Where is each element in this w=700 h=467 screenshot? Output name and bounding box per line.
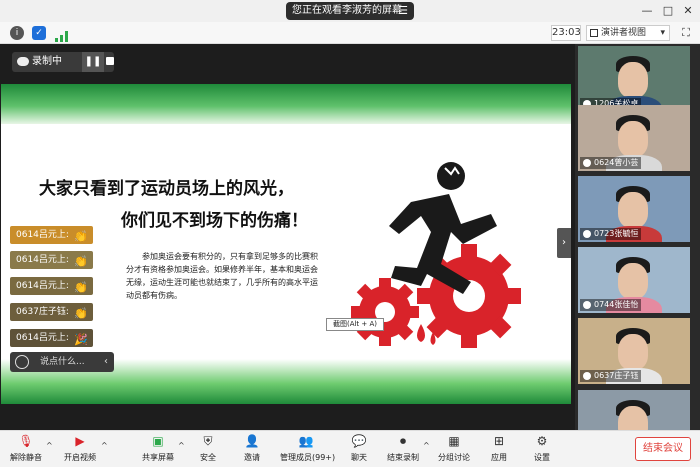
chat-message: 0637庄子钰: 👏 [10,303,93,321]
restore-button[interactable]: □ [660,3,676,19]
stop-record-icon: ⏺ [399,434,406,448]
stop-recording-toolbar-button[interactable]: ⏺ 结束录制 [377,433,429,467]
title-bar: 您正在观看李淑芳的屏幕 ☰ — □ ✕ [0,0,700,22]
view-mode-label: 演讲者视图 [601,28,647,38]
avatar-face [618,406,648,430]
participant-tile[interactable] [578,390,690,430]
chat-input[interactable]: 说点什么... ‹ [10,352,114,372]
avatar-face [618,263,648,299]
chat-message-text: 0614吕元上: [16,281,69,291]
end-meeting-button[interactable]: 结束会议 [635,437,691,461]
chat-message: 0614吕元上: 👏 [10,277,93,295]
share-status-pill[interactable]: 您正在观看李淑芳的屏幕 ☰ [286,2,414,20]
slide-headline-1: 大家只看到了运动员场上的风光， [39,179,294,199]
blood-drop-icon [417,324,425,342]
participant-tile[interactable]: 0637庄子钰 [578,318,690,384]
mic-muted-icon [583,301,591,309]
close-button[interactable]: ✕ [680,3,696,19]
meeting-window: 您正在观看李淑芳的屏幕 ☰ — □ ✕ i ✓ 23:03 演讲者视图 ▾ ⛶ … [0,0,700,467]
apps-icon: ⊞ [493,434,505,448]
settings-button[interactable]: ⚙ 设置 [516,433,568,467]
grid-icon [590,29,598,37]
clap-icon: 👏 [74,255,88,268]
party-icon: 🎉 [74,333,88,346]
injured-runner-gears-illustration [351,162,521,348]
participant-name: 0744张佳怡 [580,299,642,311]
info-icon[interactable]: i [10,26,24,40]
invite-icon: 👤 [244,434,260,448]
menu-icon[interactable]: ☰ [398,2,408,20]
participant-name: 0624曾小芸 [580,157,642,169]
fullscreen-icon[interactable]: ⛶ [679,26,693,40]
shield-icon: ⛨ [203,434,213,448]
slide-top-band [1,84,571,124]
clap-icon: 👏 [74,281,88,294]
participant-name: 0637庄子钰 [580,370,642,382]
participant-tile[interactable]: 0624曾小芸 [578,105,690,171]
chat-message: 0614吕元上: 👏 [10,226,93,244]
chat-message: 0614吕元上: 👏 [10,251,93,269]
chat-message: 0614吕元上: 🎉 [10,329,93,347]
small-gear-icon [351,278,419,346]
signal-strength-icon[interactable] [55,27,69,42]
start-video-button[interactable]: ▶ 开启视频 [54,433,106,467]
stop-recording-button[interactable] [106,57,114,65]
chat-icon: 💬 [351,434,367,448]
avatar-face [618,192,648,228]
chat-message-text: 0614吕元上: [16,230,69,240]
collapse-gallery-button[interactable]: › [557,228,571,258]
chat-input-placeholder: 说点什么... [40,357,85,367]
emoji-icon[interactable] [15,355,29,369]
unmute-button[interactable]: 🎙 解除静音 [0,433,52,467]
clap-icon: 👏 [74,307,88,320]
recording-indicator: 录制中 ❚❚ [12,52,114,72]
mic-muted-icon [583,159,591,167]
mic-muted-icon [583,372,591,380]
recording-label: 录制中 [32,56,62,67]
chat-message-text: 0614吕元上: [16,255,69,265]
participant-tile[interactable]: 0744张佳怡 [578,247,690,313]
video-off-icon: ▶ [75,434,85,448]
mic-muted-icon [583,230,591,238]
breakout-icon: ▦ [448,434,460,448]
clap-icon: 👏 [74,230,88,243]
invite-button[interactable]: 👤 邀请 [226,433,278,467]
avatar-face [618,334,648,370]
members-icon: 👥 [298,434,314,448]
participant-tile[interactable]: 0723张毓恒 [578,176,690,242]
cloud-icon [17,57,29,66]
avatar-face [618,62,648,98]
slide-headline-2: 你们见不到场下的伤痛！ [121,211,308,231]
avatar-face [618,121,648,157]
share-screen-button[interactable]: ▣ 共享屏幕 [132,433,184,467]
chat-message-text: 0637庄子钰: [16,307,69,317]
collapse-chat-icon[interactable]: ‹ [104,352,108,372]
meeting-controls-bar: 🎙 解除静音 ^ ▶ 开启视频 ^ ▣ 共享屏幕 ^ ⛨ 安全 👤 邀请 👥 管… [0,430,700,467]
muted-mic-icon: 🎙 [18,434,34,448]
audio-options-caret[interactable]: ^ [46,441,53,450]
chevron-down-icon: ▾ [660,28,665,38]
share-screen-icon: ▣ [152,434,164,448]
video-options-caret[interactable]: ^ [101,441,108,450]
gear-icon: ⚙ [536,434,548,448]
pause-recording-button[interactable]: ❚❚ [82,52,104,72]
share-status-text: 您正在观看李淑芳的屏幕 [292,5,402,16]
manage-members-button[interactable]: 👥 管理成员(99+) [280,433,335,467]
slide-paragraph: 参加奥运会要有积分的，只有拿到足够多的比赛积分才有资格参加奥运会。如果修养半年，… [126,252,318,300]
minimize-button[interactable]: — [639,3,655,19]
participant-name: 0723张毓恒 [580,228,642,240]
security-shield-icon[interactable]: ✓ [32,26,46,40]
chat-message-text: 0614吕元上: [16,333,69,343]
meeting-toolbar: i ✓ 23:03 演讲者视图 ▾ ⛶ [0,22,700,44]
participant-tile[interactable]: 1206关松卓 [578,46,690,112]
view-mode-selector[interactable]: 演讲者视图 ▾ [586,25,670,41]
meeting-timer: 23:03 [551,25,581,41]
screenshot-tooltip: 截图(Alt + A) [326,318,384,331]
